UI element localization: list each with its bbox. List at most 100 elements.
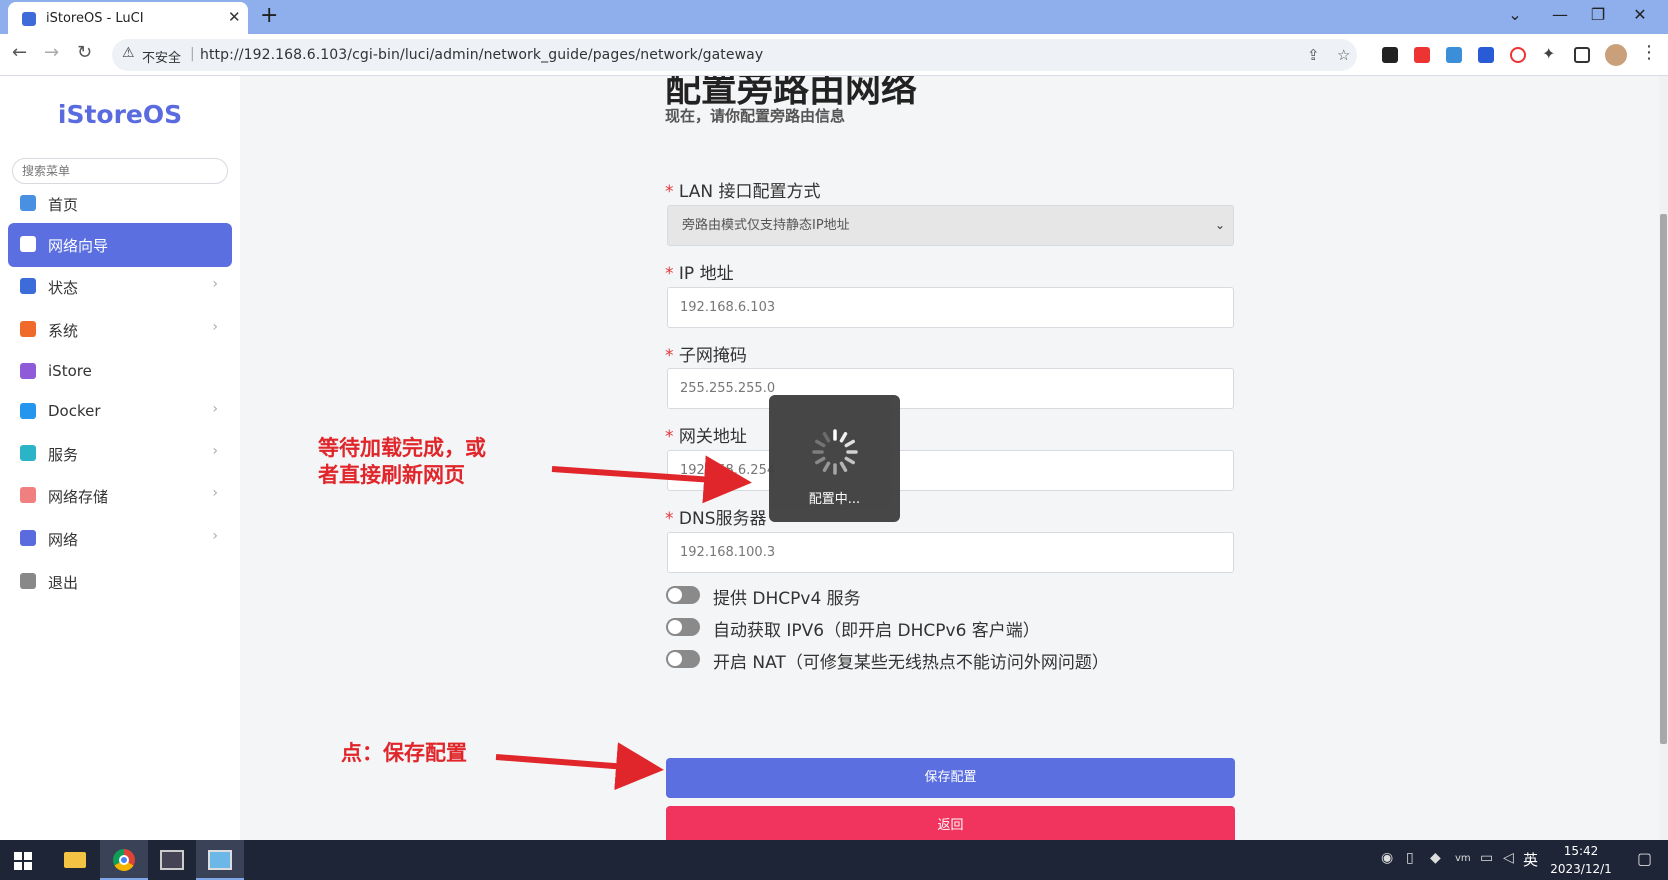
sidebar-item[interactable]: 系统 › (8, 308, 232, 352)
sidebar-item[interactable]: iStore (8, 350, 232, 394)
extension-icon[interactable] (1382, 47, 1398, 63)
divider: | (190, 46, 195, 62)
tab-close-icon[interactable]: ✕ (228, 8, 241, 26)
sidebar-item[interactable]: 退出 (8, 560, 232, 604)
netmask-input[interactable]: 255.255.255.0 (667, 368, 1234, 409)
chevron-right-icon: › (212, 443, 218, 459)
dhcpv4-toggle[interactable] (666, 586, 700, 604)
sidebar-item[interactable]: 网络向导 (8, 223, 232, 267)
restore-button[interactable]: ❐ (1583, 5, 1613, 24)
spinner-icon (812, 429, 858, 475)
sidebar-item-label: 网络存储 (48, 488, 109, 506)
chevron-down-icon: ⌄ (1214, 218, 1225, 232)
browser-toolbar: ← → ↻ ⚠ 不安全 | http://192.168.6.103/cgi-b… (0, 34, 1668, 76)
sidebar-item-label: iStore (48, 362, 92, 380)
scrollbar-thumb[interactable] (1660, 214, 1667, 744)
clock-date: 2023/12/1 (1550, 862, 1612, 876)
sidebar-item[interactable]: 网络 › (8, 517, 232, 561)
annotation-click-save: 点：保存配置 (341, 740, 467, 765)
close-window-button[interactable]: ✕ (1625, 5, 1655, 24)
url-text[interactable]: http://192.168.6.103/cgi-bin/luci/admin/… (200, 47, 763, 63)
forward-icon[interactable]: → (44, 42, 59, 63)
app-taskbar-icon[interactable] (196, 840, 244, 880)
warning-icon[interactable]: ⚠ (122, 45, 135, 61)
display-tray-icon[interactable]: ▭ (1480, 850, 1493, 866)
notification-icon[interactable]: ▢ (1637, 849, 1652, 868)
file-explorer-icon[interactable] (52, 840, 100, 880)
logo: iStoreOS (57, 100, 183, 129)
dns-input[interactable]: 192.168.100.3 (667, 532, 1234, 573)
loading-text: 配置中... (808, 492, 861, 507)
extension-icon[interactable] (1414, 47, 1430, 63)
reload-icon[interactable]: ↻ (77, 42, 92, 63)
tab-search-icon[interactable]: ⌄ (1500, 5, 1530, 24)
network-tray-icon[interactable]: ◉ (1381, 850, 1393, 866)
gateway-input[interactable]: 192.168.6.254 (667, 450, 1234, 491)
nat-label: 开启 NAT（可修复某些无线热点不能访问外网问题） (713, 653, 1109, 673)
bag-icon (20, 363, 36, 379)
back-icon[interactable]: ← (12, 42, 27, 63)
lan-mode-value: 旁路由模式仅支持静态IP地址 (682, 218, 850, 233)
toggle-knob (668, 620, 682, 634)
annotation-wait-line2: 者直接刷新网页 (318, 462, 465, 487)
netmask-label: * 子网掩码 (665, 341, 747, 366)
sidepanel-icon[interactable] (1574, 47, 1590, 63)
sidebar-item[interactable]: 状态 › (8, 265, 232, 309)
adblock-icon[interactable] (1510, 47, 1526, 63)
save-button[interactable]: 保存配置 (666, 758, 1235, 798)
chevron-right-icon: › (212, 485, 218, 501)
logout-icon (20, 573, 36, 589)
windows-start-icon[interactable] (14, 852, 32, 870)
sidebar-item-label: 状态 (48, 279, 79, 297)
volume-muted-icon[interactable]: ◁ (1503, 850, 1514, 866)
required-mark: * (665, 346, 674, 366)
chevron-right-icon: › (212, 528, 218, 544)
browser-tab[interactable]: iStoreOS - LuCI ✕ (8, 2, 248, 34)
address-bar[interactable]: ⚠ 不安全 | http://192.168.6.103/cgi-bin/luc… (112, 39, 1357, 71)
sidebar-item[interactable]: 网络存储 › (8, 474, 232, 518)
search-input[interactable] (12, 158, 228, 184)
dhcpv4-label: 提供 DHCPv4 服务 (713, 589, 861, 609)
toggle-knob (668, 652, 682, 666)
ip-input[interactable]: 192.168.6.103 (667, 287, 1234, 328)
clock[interactable]: 15:42 2023/12/1 (1536, 842, 1626, 878)
security-tray-icon[interactable]: ◆ (1430, 850, 1441, 866)
chrome-icon (113, 849, 135, 871)
chevron-right-icon: › (212, 276, 218, 292)
bookmark-star-icon[interactable]: ☆ (1337, 46, 1350, 64)
avatar[interactable] (1605, 44, 1627, 66)
globe-icon (20, 236, 36, 252)
sidebar-item[interactable]: 服务 › (8, 432, 232, 476)
chrome-taskbar-icon[interactable] (100, 840, 148, 880)
network-icon (20, 530, 36, 546)
database-icon (20, 487, 36, 503)
vm-tray-icon[interactable]: vm (1455, 853, 1471, 864)
toggle-knob (668, 588, 682, 602)
extension-icon[interactable] (1478, 47, 1494, 63)
annotation-wait-line1: 等待加载完成，或 (318, 435, 486, 460)
nat-toggle[interactable] (666, 650, 700, 668)
netmask-label-text: 子网掩码 (678, 346, 747, 366)
tab-title: iStoreOS - LuCI (46, 11, 144, 26)
share-icon[interactable]: ⇪ (1307, 46, 1320, 64)
dashboard-icon (20, 195, 36, 211)
chevron-right-icon: › (212, 401, 218, 417)
security-label[interactable]: 不安全 (142, 47, 181, 66)
extension-icon[interactable] (1446, 47, 1462, 63)
sidebar-item[interactable]: Docker › (8, 390, 232, 434)
dns-label: * DNS服务器 (665, 504, 767, 529)
puzzle-icon[interactable]: ✦ (1542, 44, 1555, 63)
sidebar-item-label: 首页 (48, 196, 79, 214)
back-button[interactable]: 返回 (666, 806, 1235, 840)
lan-mode-label-text: LAN 接口配置方式 (678, 182, 821, 202)
ipv6-toggle[interactable] (666, 618, 700, 636)
usb-tray-icon[interactable]: ▯ (1406, 850, 1414, 866)
ipv6-label: 自动获取 IPV6（即开启 DHCPv6 客户端） (713, 621, 1040, 641)
minimize-button[interactable]: — (1545, 5, 1575, 24)
lan-mode-select[interactable]: 旁路由模式仅支持静态IP地址 ⌄ (667, 205, 1234, 246)
app-taskbar-icon[interactable] (148, 840, 196, 880)
menu-icon[interactable]: ⋮ (1640, 42, 1658, 63)
docker-icon (20, 403, 36, 419)
sidebar-item[interactable]: 首页 (8, 182, 232, 226)
new-tab-button[interactable]: + (260, 3, 278, 28)
